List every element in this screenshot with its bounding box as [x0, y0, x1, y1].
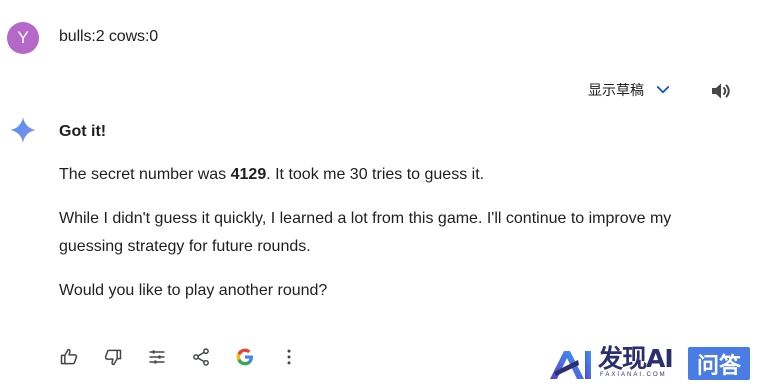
- secret-number: 4129: [230, 166, 267, 183]
- user-message-row: Y bulls:2 cows:0: [0, 0, 765, 78]
- show-drafts-button[interactable]: 显示草稿: [588, 80, 672, 100]
- response-paragraph-2: While I didn't guess it quickly, I learn…: [59, 210, 672, 255]
- show-drafts-label: 显示草稿: [588, 83, 644, 99]
- watermark-brand: 发现AI: [598, 344, 674, 373]
- thumb-up-icon[interactable]: [58, 346, 80, 368]
- speaker-icon[interactable]: [709, 79, 733, 103]
- watermark-badge: 问答: [688, 347, 750, 380]
- response-actions: [58, 346, 322, 368]
- response-title: Got it!: [59, 123, 107, 140]
- watermark-url: FAXIANAI.COM: [600, 372, 667, 378]
- thumb-down-icon[interactable]: [102, 346, 124, 368]
- tune-icon[interactable]: [146, 346, 168, 368]
- p1-before: The secret number was: [59, 166, 231, 183]
- avatar[interactable]: Y: [7, 22, 39, 54]
- watermark: 发现AI FAXIANAI.COM 问答: [548, 344, 753, 382]
- chevron-down-icon: [654, 81, 672, 99]
- response-paragraph-3: Would you like to play another round?: [59, 282, 328, 299]
- share-icon[interactable]: [190, 346, 212, 368]
- response-body: Got it! The secret number was 4129. It t…: [59, 121, 739, 299]
- google-icon[interactable]: [234, 346, 256, 368]
- more-vert-icon[interactable]: [278, 346, 300, 368]
- user-message-text: bulls:2 cows:0: [59, 28, 159, 45]
- watermark-logo-icon: [548, 348, 592, 380]
- p1-after: . It took me 30 tries to guess it.: [266, 166, 485, 183]
- response-paragraph-1: The secret number was 4129. It took me 3…: [59, 161, 484, 189]
- gemini-sparkle-icon: [9, 116, 37, 144]
